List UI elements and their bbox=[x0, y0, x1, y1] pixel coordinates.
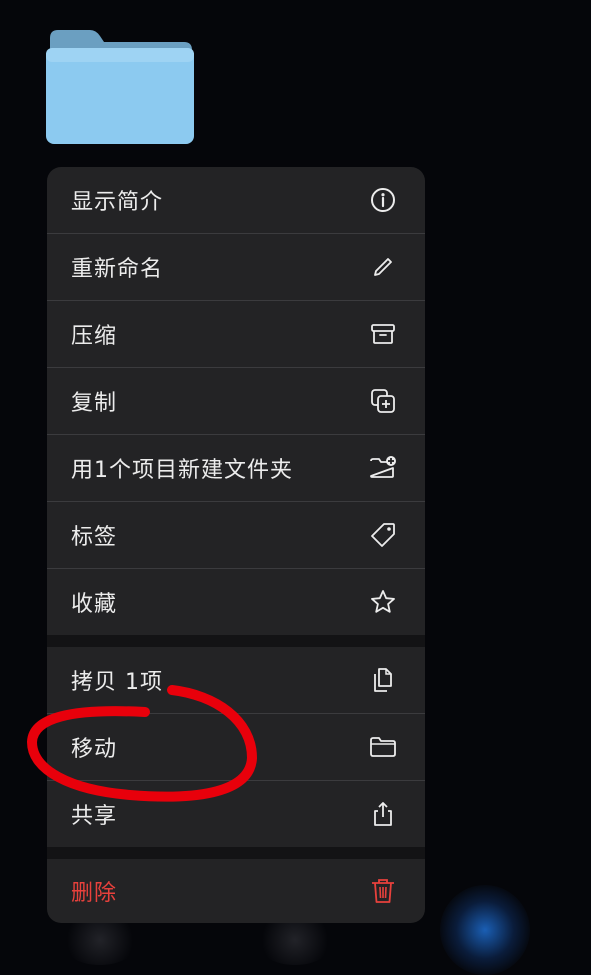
archive-box-icon bbox=[369, 320, 397, 348]
menu-item-label: 标签 bbox=[71, 525, 118, 550]
menu-item-compress[interactable]: 压缩 bbox=[47, 301, 425, 367]
folder-icon[interactable] bbox=[46, 28, 194, 144]
duplicate-plus-icon bbox=[369, 387, 397, 415]
menu-section-gap bbox=[47, 635, 425, 647]
menu-item-new-folder-with-item[interactable]: 用1个项目新建文件夹 bbox=[47, 435, 425, 501]
menu-item-rename[interactable]: 重新命名 bbox=[47, 234, 425, 300]
menu-section-gap bbox=[47, 847, 425, 859]
share-icon bbox=[369, 800, 397, 828]
menu-item-move[interactable]: 移动 bbox=[47, 714, 425, 780]
menu-item-label: 复制 bbox=[71, 391, 118, 416]
menu-item-tags[interactable]: 标签 bbox=[47, 502, 425, 568]
folder-plus-icon bbox=[369, 454, 397, 482]
menu-item-label: 显示简介 bbox=[71, 190, 164, 215]
menu-item-label: 拷贝 1项 bbox=[71, 670, 163, 695]
menu-item-label: 压缩 bbox=[71, 324, 118, 349]
menu-item-duplicate[interactable]: 复制 bbox=[47, 368, 425, 434]
folder-icon bbox=[369, 733, 397, 761]
context-menu: 显示简介 重新命名 压缩 复制 用1个项目新建文件夹 标签 收藏 拷贝 1项 移… bbox=[47, 167, 425, 923]
star-icon bbox=[369, 588, 397, 616]
copy-docs-icon bbox=[369, 666, 397, 694]
menu-item-label: 共享 bbox=[71, 804, 118, 829]
background-glow bbox=[440, 885, 530, 975]
menu-item-label: 移动 bbox=[71, 737, 118, 762]
menu-item-share[interactable]: 共享 bbox=[47, 781, 425, 847]
menu-item-copy[interactable]: 拷贝 1项 bbox=[47, 647, 425, 713]
menu-item-label: 收藏 bbox=[71, 592, 118, 617]
menu-item-favorite[interactable]: 收藏 bbox=[47, 569, 425, 635]
menu-item-label: 重新命名 bbox=[71, 257, 164, 282]
menu-item-label: 删除 bbox=[71, 881, 118, 906]
tag-icon bbox=[369, 521, 397, 549]
trash-icon bbox=[369, 877, 397, 905]
menu-item-delete[interactable]: 删除 bbox=[47, 859, 425, 923]
menu-item-label: 用1个项目新建文件夹 bbox=[71, 458, 293, 483]
pencil-icon bbox=[369, 253, 397, 281]
menu-item-get-info[interactable]: 显示简介 bbox=[47, 167, 425, 233]
info-icon bbox=[369, 186, 397, 214]
